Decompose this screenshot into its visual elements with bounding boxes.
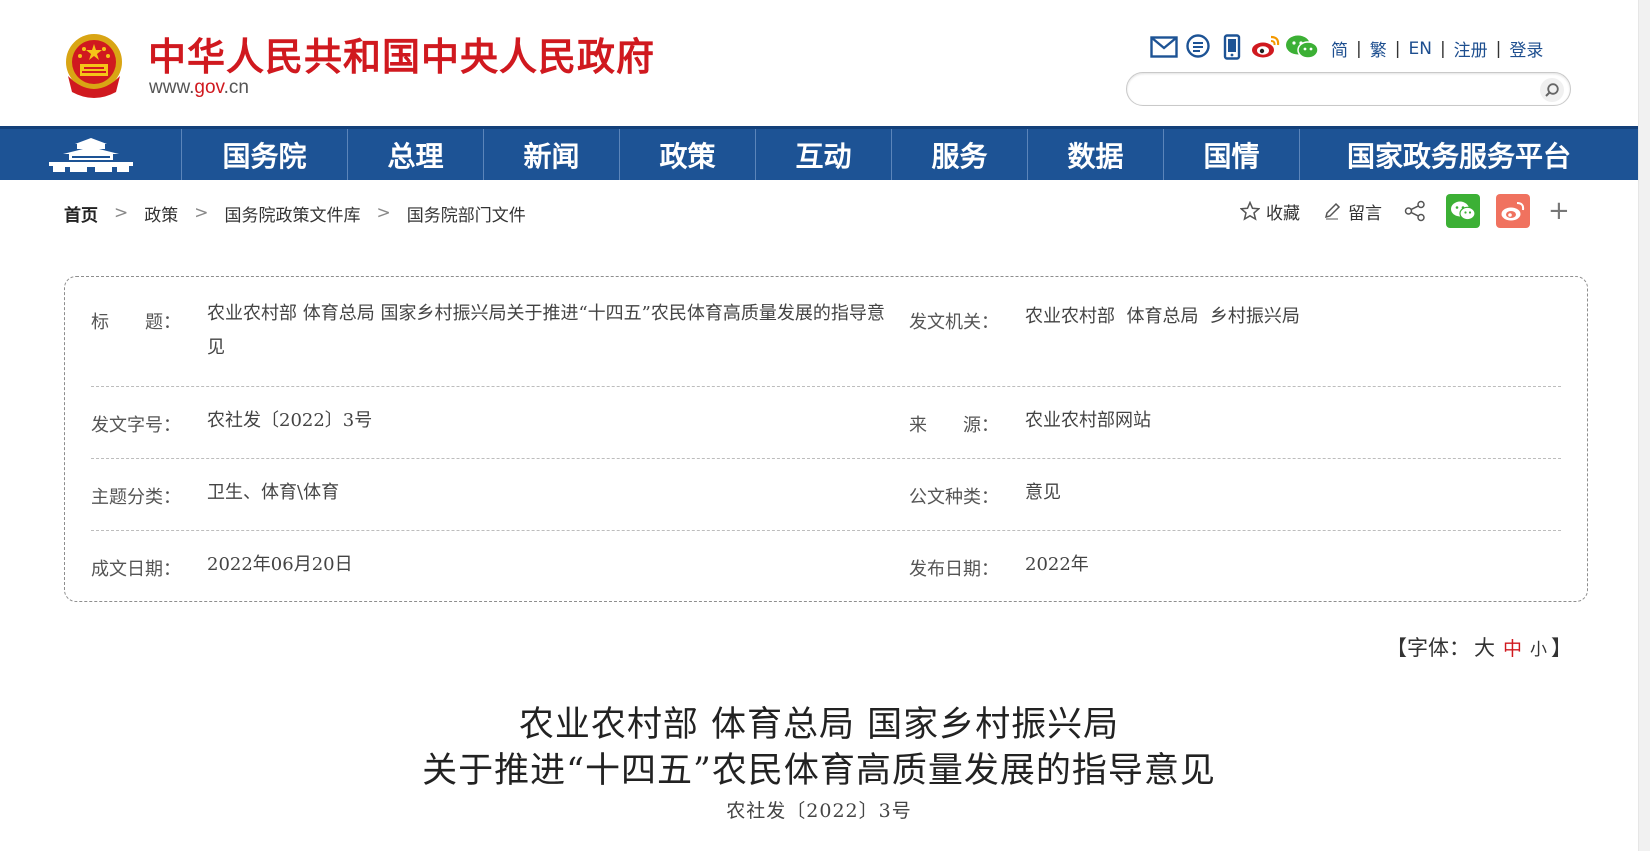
- share-wechat-button[interactable]: [1446, 194, 1480, 228]
- pencil-icon: [1324, 202, 1341, 220]
- issuer-value: 农业农村部 体育总局 乡村振兴局: [1025, 306, 1300, 327]
- nav-item-news[interactable]: 新闻: [484, 129, 620, 180]
- source-value: 农业农村部网站: [1025, 410, 1151, 431]
- separator: |: [1394, 38, 1401, 59]
- doc-type-value: 意见: [1025, 482, 1061, 503]
- search-icon: [1545, 83, 1559, 97]
- login-link[interactable]: 登录: [1509, 36, 1543, 61]
- nav-item-national-info[interactable]: 国情: [1164, 129, 1300, 180]
- share-icon: [1404, 200, 1425, 222]
- wechat-icon: [1451, 201, 1476, 221]
- national-emblem-logo[interactable]: [62, 32, 126, 100]
- mobile-icon[interactable]: [1216, 32, 1248, 62]
- font-size-small-button[interactable]: 小: [1530, 640, 1547, 660]
- published-date-label: 发布日期：: [909, 559, 999, 580]
- document-info-table: 标 题： 农业农村部 体育总局 国家乡村振兴局关于推进“十四五”农民体育高质量发…: [64, 276, 1588, 602]
- header-toolbar: [1148, 32, 1322, 62]
- issuer-label: 发文机关：: [909, 312, 999, 333]
- nav-item-interaction[interactable]: 互动: [756, 129, 892, 180]
- lang-simplified-link[interactable]: 简: [1331, 36, 1348, 61]
- article-doc-number: 农社发〔2022〕3号: [726, 800, 912, 822]
- nav-home-button[interactable]: [0, 129, 182, 180]
- weibo-icon: [1501, 202, 1525, 221]
- info-row: 发文字号： 农社发〔2022〕3号 来 源： 农业农村部网站: [91, 387, 1561, 459]
- comment-button[interactable]: 留言: [1322, 199, 1382, 224]
- title-value: 农业农村部 体育总局 国家乡村振兴局关于推进“十四五”农民体育高质量发展的指导意…: [207, 303, 885, 358]
- main-nav: 国务院 总理 新闻 政策 互动 服务 数据 国情 国家政务服务平台: [0, 126, 1638, 180]
- more-share-button[interactable]: +: [1548, 196, 1570, 226]
- site-url-prefix: www.: [149, 77, 195, 98]
- weibo-icon[interactable]: [1250, 32, 1282, 62]
- topic-label: 主题分类：: [91, 487, 181, 508]
- article-title-line-1: 农业农村部 体育总局 国家乡村振兴局: [518, 705, 1120, 745]
- font-size-open: 【字体：: [1386, 636, 1470, 660]
- site-header: 中华人民共和国中央人民政府 www.gov.cn 简 | 繁 | EN | 注册…: [0, 0, 1638, 120]
- article-title-line-2: 关于推进“十四五”农民体育高质量发展的指导意见: [422, 751, 1216, 791]
- site-title[interactable]: 中华人民共和国中央人民政府: [148, 26, 655, 81]
- search-box: [1126, 72, 1571, 106]
- favorite-label: 收藏: [1266, 203, 1300, 224]
- mail-icon[interactable]: [1148, 32, 1180, 62]
- font-size-control: 【字体：大中小】: [1386, 632, 1572, 662]
- info-row: 主题分类： 卫生、体育\体育 公文种类： 意见: [91, 459, 1561, 531]
- comment-label: 留言: [1348, 203, 1382, 224]
- scrollbar[interactable]: [1638, 0, 1650, 851]
- breadcrumb-home[interactable]: 首页: [64, 201, 98, 226]
- tiananmen-icon: [48, 137, 133, 172]
- separator: |: [1439, 38, 1446, 59]
- nav-item-data[interactable]: 数据: [1028, 129, 1164, 180]
- written-date-label: 成文日期：: [91, 559, 181, 580]
- font-size-large-button[interactable]: 大: [1474, 636, 1495, 660]
- nav-item-state-council[interactable]: 国务院: [182, 129, 348, 180]
- nav-item-policy[interactable]: 政策: [620, 129, 756, 180]
- lang-traditional-link[interactable]: 繁: [1370, 36, 1387, 61]
- info-row: 标 题： 农业农村部 体育总局 国家乡村振兴局关于推进“十四五”农民体育高质量发…: [91, 277, 1561, 387]
- chevron-right-icon: >: [114, 203, 129, 223]
- star-icon: [1240, 201, 1260, 221]
- site-url-suffix: .cn: [223, 77, 249, 98]
- favorite-button[interactable]: 收藏: [1240, 199, 1300, 224]
- share-bar: 收藏 留言 +: [1240, 193, 1570, 229]
- search-input[interactable]: [1141, 78, 1521, 100]
- lang-english-link[interactable]: EN: [1408, 39, 1431, 59]
- search-button[interactable]: [1540, 78, 1564, 102]
- chevron-right-icon: >: [194, 203, 209, 223]
- wechat-icon[interactable]: [1284, 32, 1320, 62]
- source-label: 来 源：: [909, 415, 999, 436]
- font-size-medium-button[interactable]: 中: [1503, 638, 1522, 660]
- docnum-value: 农社发〔2022〕3号: [207, 410, 373, 431]
- published-date-value: 2022年: [1025, 554, 1089, 575]
- docnum-label: 发文字号：: [91, 415, 181, 436]
- message-icon[interactable]: [1182, 32, 1214, 62]
- register-link[interactable]: 注册: [1454, 36, 1488, 61]
- site-url[interactable]: www.gov.cn: [149, 77, 249, 99]
- topic-value: 卫生、体育\体育: [207, 482, 340, 503]
- breadcrumb-policy[interactable]: 政策: [144, 201, 178, 226]
- breadcrumb-department-docs[interactable]: 国务院部门文件: [407, 201, 526, 226]
- separator: |: [1356, 38, 1362, 59]
- breadcrumb: 首页 > 政策 > 国务院政策文件库 > 国务院部门文件: [64, 200, 526, 226]
- info-row: 成文日期： 2022年06月20日 发布日期： 2022年: [91, 531, 1561, 601]
- site-url-domain: gov: [194, 77, 224, 98]
- written-date-value: 2022年06月20日: [207, 554, 353, 575]
- separator: |: [1495, 38, 1502, 59]
- nav-item-services[interactable]: 服务: [892, 129, 1028, 180]
- language-links: 简 | 繁 | EN | 注册 | 登录: [1331, 36, 1543, 62]
- breadcrumb-policy-library[interactable]: 国务院政策文件库: [225, 201, 361, 226]
- chevron-right-icon: >: [376, 203, 391, 223]
- doc-type-label: 公文种类：: [909, 487, 999, 508]
- nav-item-service-platform[interactable]: 国家政务服务平台: [1300, 129, 1618, 180]
- share-button[interactable]: [1404, 200, 1432, 222]
- nav-item-premier[interactable]: 总理: [348, 129, 484, 180]
- share-weibo-button[interactable]: [1496, 194, 1530, 228]
- title-label: 标 题：: [91, 312, 181, 333]
- font-size-close: 】: [1551, 636, 1573, 660]
